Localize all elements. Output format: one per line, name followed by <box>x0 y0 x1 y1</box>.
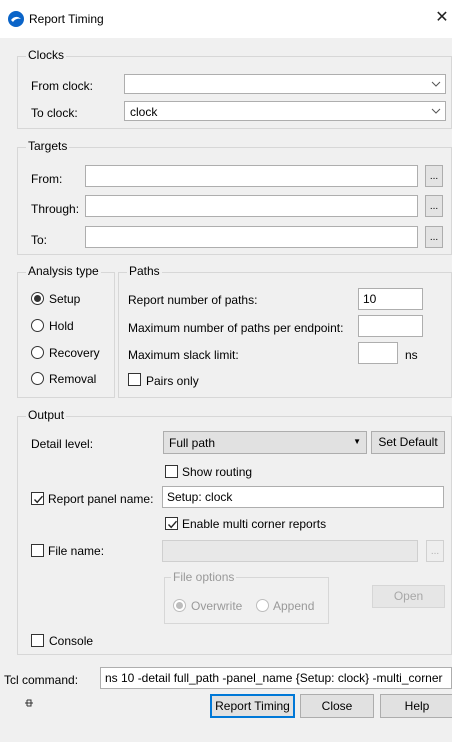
detail-level-dropdown[interactable]: Full path ▼ <box>163 431 367 454</box>
hold-radio[interactable] <box>31 319 44 332</box>
checkmark-icon <box>167 520 178 529</box>
setup-radio[interactable] <box>31 292 44 305</box>
file-options-label: File options <box>171 570 237 584</box>
removal-radio[interactable] <box>31 372 44 385</box>
dropdown-arrow-icon: ▼ <box>353 437 361 446</box>
to-clock-combo[interactable]: clock <box>124 101 446 121</box>
to-target-label: To: <box>31 233 48 247</box>
app-logo-icon <box>8 11 24 27</box>
from-target-label: From: <box>31 172 63 186</box>
pin-icon[interactable] <box>24 697 34 709</box>
recovery-label: Recovery <box>49 346 100 360</box>
title-bar: Report Timing ✕ <box>0 0 452 38</box>
help-button[interactable]: Help <box>380 694 452 718</box>
show-routing-label: Show routing <box>182 465 253 479</box>
open-button[interactable]: Open <box>372 585 445 608</box>
detail-level-value: Full path <box>169 436 216 450</box>
through-browse-button[interactable]: ... <box>425 195 443 217</box>
console-label: Console <box>49 634 94 648</box>
to-clock-label: To clock: <box>31 106 78 120</box>
file-browse-button[interactable]: ... <box>426 540 444 562</box>
tcl-command-label: Tcl command: <box>4 673 79 687</box>
targets-group-label: Targets <box>26 139 70 153</box>
output-group-label: Output <box>26 408 67 422</box>
chevron-down-icon <box>431 81 441 87</box>
from-browse-button[interactable]: ... <box>425 165 443 187</box>
through-target-input[interactable] <box>85 195 418 217</box>
close-button[interactable]: Close <box>300 694 374 718</box>
from-target-input[interactable] <box>85 165 418 187</box>
pairs-only-checkbox[interactable] <box>128 373 141 386</box>
chevron-down-icon <box>431 108 441 114</box>
clocks-group-label: Clocks <box>26 48 67 62</box>
report-panel-input[interactable]: Setup: clock <box>162 486 444 508</box>
multi-corner-label: Enable multi corner reports <box>182 517 327 531</box>
from-clock-combo[interactable] <box>124 74 446 94</box>
analysis-type-label: Analysis type <box>26 264 101 278</box>
console-checkbox[interactable] <box>31 634 44 647</box>
show-routing-checkbox[interactable] <box>165 465 178 478</box>
overwrite-label: Overwrite <box>191 599 243 613</box>
file-name-input[interactable] <box>162 540 418 562</box>
max-per-endpoint-input[interactable] <box>358 315 423 337</box>
append-label: Append <box>273 599 315 613</box>
to-clock-value: clock <box>130 105 158 119</box>
max-per-endpoint-label: Maximum number of paths per endpoint: <box>128 321 344 335</box>
pairs-only-label: Pairs only <box>146 374 199 388</box>
overwrite-radio[interactable] <box>173 599 186 612</box>
report-timing-button[interactable]: Report Timing <box>210 694 295 718</box>
through-target-label: Through: <box>31 202 80 216</box>
checkmark-icon <box>33 495 44 504</box>
multi-corner-checkbox[interactable] <box>165 517 178 530</box>
num-paths-input[interactable]: 10 <box>358 288 423 310</box>
to-target-input[interactable] <box>85 226 418 248</box>
close-window-button[interactable]: ✕ <box>434 9 450 27</box>
removal-label: Removal <box>49 372 97 386</box>
file-name-checkbox[interactable] <box>31 544 44 557</box>
paths-group-label: Paths <box>127 264 162 278</box>
max-slack-input[interactable] <box>358 342 398 364</box>
set-default-button[interactable]: Set Default <box>371 431 445 454</box>
max-slack-unit: ns <box>405 348 418 362</box>
detail-level-label: Detail level: <box>31 437 94 451</box>
file-name-label: File name: <box>48 544 105 558</box>
report-panel-checkbox[interactable] <box>31 492 44 505</box>
setup-label: Setup <box>49 292 81 306</box>
recovery-radio[interactable] <box>31 346 44 359</box>
append-radio[interactable] <box>256 599 269 612</box>
tcl-command-input[interactable]: ns 10 -detail full_path -panel_name {Set… <box>100 667 452 689</box>
window-title: Report Timing <box>29 12 104 26</box>
hold-label: Hold <box>49 319 74 333</box>
num-paths-label: Report number of paths: <box>128 293 258 307</box>
report-panel-label: Report panel name: <box>48 492 154 506</box>
max-slack-label: Maximum slack limit: <box>128 348 239 362</box>
from-clock-label: From clock: <box>31 79 94 93</box>
to-browse-button[interactable]: ... <box>425 226 443 248</box>
